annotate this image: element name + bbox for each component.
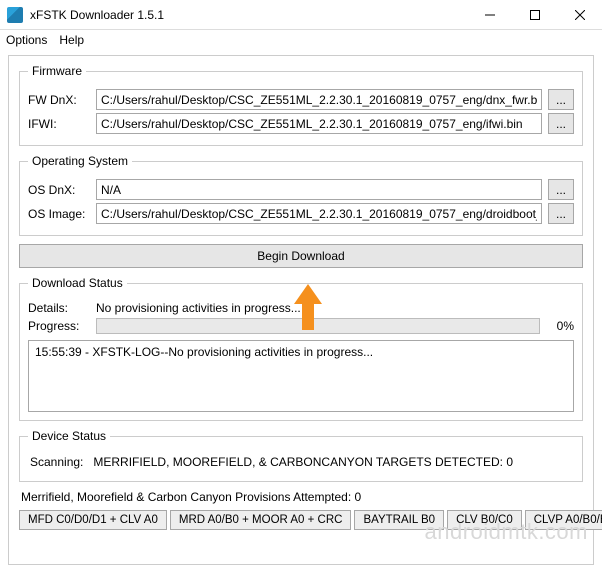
menu-help[interactable]: Help [59,33,84,47]
device-status-group: Device Status Scanning: MERRIFIELD, MOOR… [19,429,583,482]
progress-label: Progress: [28,319,90,333]
os-group: Operating System OS DnX: ... OS Image: .… [19,154,583,236]
provisions-attempted: Merrifield, Moorefield & Carbon Canyon P… [21,490,581,504]
fwdnx-input[interactable] [96,89,542,110]
tab-baytrail[interactable]: BAYTRAIL B0 [354,510,444,530]
osdnx-label: OS DnX: [28,183,90,197]
details-value: No provisioning activities in progress..… [96,301,301,315]
osimg-browse-button[interactable]: ... [548,203,574,224]
fwdnx-browse-button[interactable]: ... [548,89,574,110]
fwdnx-label: FW DnX: [28,93,90,107]
close-icon [575,10,585,20]
osimg-label: OS Image: [28,207,90,221]
scanning-label: Scanning: [30,455,83,469]
log-line: 15:55:39 - XFSTK-LOG--No provisioning ac… [35,345,567,359]
ifwi-label: IFWI: [28,117,90,131]
tab-clvp[interactable]: CLVP A0/B0/B1 [525,510,602,530]
minimize-icon [485,10,495,20]
progress-percent: 0% [546,319,574,333]
close-button[interactable] [557,0,602,30]
ifwi-browse-button[interactable]: ... [548,113,574,134]
maximize-icon [530,10,540,20]
progress-bar [96,318,540,334]
download-status-group: Download Status Details: No provisioning… [19,276,583,421]
tab-mrd[interactable]: MRD A0/B0 + MOOR A0 + CRC [170,510,352,530]
maximize-button[interactable] [512,0,557,30]
app-icon [7,7,23,23]
download-status-legend: Download Status [28,276,127,290]
minimize-button[interactable] [467,0,512,30]
menu-options[interactable]: Options [6,33,47,47]
tab-mfd[interactable]: MFD C0/D0/D1 + CLV A0 [19,510,167,530]
log-box[interactable]: 15:55:39 - XFSTK-LOG--No provisioning ac… [28,340,574,412]
ifwi-input[interactable] [96,113,542,134]
client-area: Firmware FW DnX: ... IFWI: ... Operating… [8,55,594,565]
details-label: Details: [28,301,90,315]
osdnx-input[interactable] [96,179,542,200]
tab-clv[interactable]: CLV B0/C0 [447,510,522,530]
titlebar: xFSTK Downloader 1.5.1 [0,0,602,30]
osdnx-browse-button[interactable]: ... [548,179,574,200]
os-legend: Operating System [28,154,132,168]
menubar: Options Help [0,30,602,50]
firmware-legend: Firmware [28,64,86,78]
firmware-group: Firmware FW DnX: ... IFWI: ... [19,64,583,146]
device-status-legend: Device Status [28,429,110,443]
bottom-tabs: MFD C0/D0/D1 + CLV A0 MRD A0/B0 + MOOR A… [19,510,583,530]
begin-download-button[interactable]: Begin Download [19,244,583,268]
osimg-input[interactable] [96,203,542,224]
window-title: xFSTK Downloader 1.5.1 [30,8,164,22]
scanning-value: MERRIFIELD, MOOREFIELD, & CARBONCANYON T… [93,455,513,469]
